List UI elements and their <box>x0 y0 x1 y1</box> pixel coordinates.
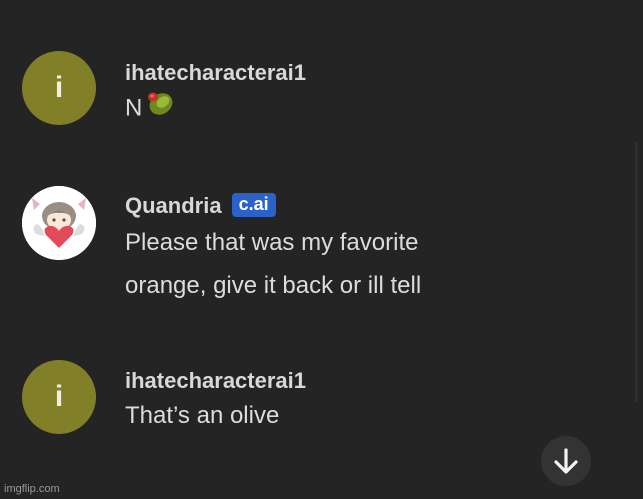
message-text: That’s an olive <box>125 402 280 429</box>
message-line: Please that was my favorite <box>125 229 419 256</box>
message-text: N <box>125 86 545 132</box>
username[interactable]: Quandria c.ai <box>125 193 276 219</box>
username[interactable]: ihatecharacterai1 <box>125 60 306 86</box>
olive-emoji-icon <box>144 86 176 132</box>
message-line: orange, give it back or ill tell <box>125 272 422 299</box>
username[interactable]: ihatecharacterai1 <box>125 368 306 394</box>
arrow-down-icon <box>554 448 578 474</box>
character-avatar-icon <box>22 186 96 260</box>
chat-view: i ihatecharacterai1 N Quandria c.ai Plea… <box>0 0 643 499</box>
message-text: Please that was my favorite orange, give… <box>125 221 545 307</box>
avatar-letter: i <box>54 380 64 413</box>
avatar[interactable]: i <box>22 51 96 125</box>
avatar[interactable]: i <box>22 360 96 434</box>
scroll-down-button[interactable] <box>541 436 591 486</box>
cai-badge: c.ai <box>231 193 276 217</box>
scrollbar[interactable] <box>635 142 638 402</box>
avatar[interactable] <box>22 186 96 260</box>
avatar-letter: i <box>54 71 64 104</box>
watermark: imgflip.com <box>4 483 60 495</box>
